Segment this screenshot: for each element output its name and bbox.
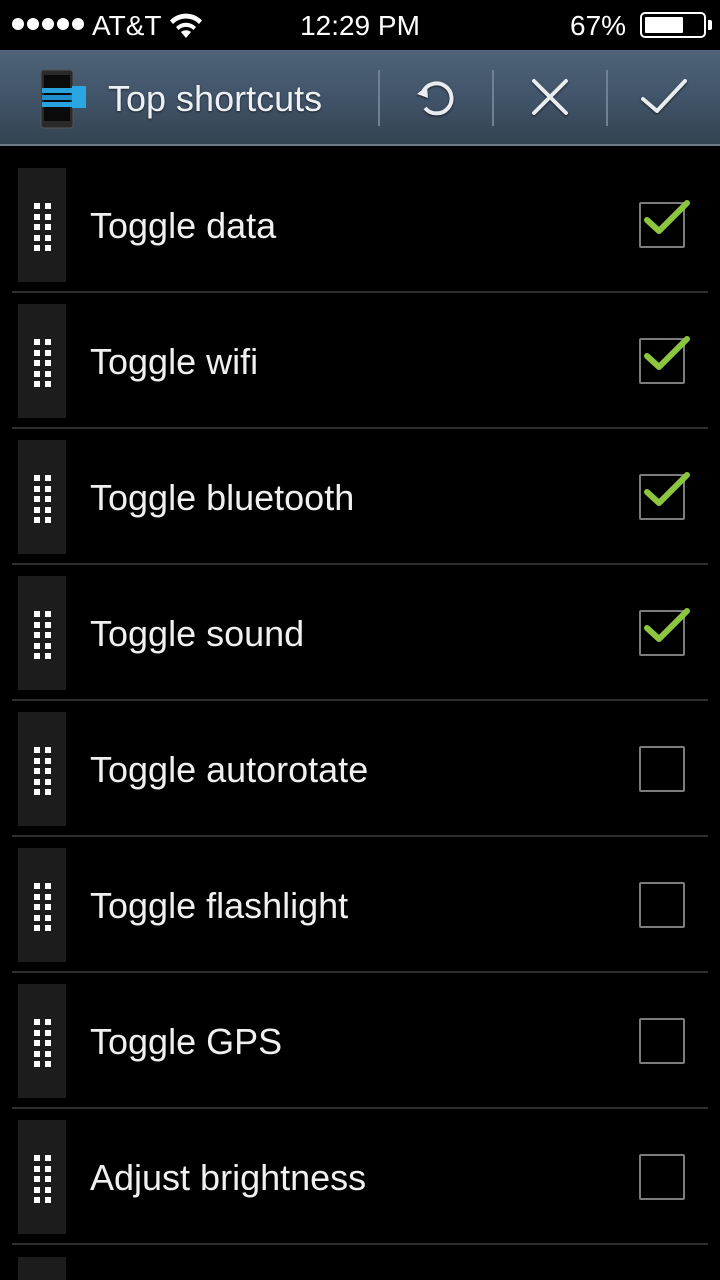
list-item: Toggle wifi (0, 293, 720, 429)
shortcut-checkbox[interactable] (639, 200, 690, 248)
shortcut-checkbox[interactable] (639, 472, 690, 520)
shortcut-label: Toggle GPS (90, 1021, 283, 1062)
checkmark-icon (644, 472, 690, 506)
list-item: Toggle data (0, 157, 720, 293)
shortcut-checkbox[interactable] (639, 746, 685, 792)
action-bar: Top shortcuts (0, 50, 720, 146)
shortcut-label: Toggle sound (90, 613, 305, 654)
battery-tip (708, 20, 712, 30)
status-bar: AT&T 12:29 PM 67% (0, 0, 720, 50)
battery-level (645, 17, 683, 33)
shortcut-label: Toggle data (90, 205, 277, 246)
cancel-button[interactable] (494, 50, 606, 144)
drag-handle-icon (34, 339, 52, 387)
drag-handle-icon (34, 883, 52, 931)
drag-handle[interactable] (18, 440, 66, 554)
check-icon (641, 79, 687, 113)
shortcut-list: Toggle data Toggle wifi Toggle bluetooth… (0, 157, 720, 1245)
list-item: Toggle GPS (0, 973, 720, 1109)
drag-handle[interactable] (18, 1120, 66, 1234)
shortcut-checkbox[interactable] (639, 608, 690, 656)
shortcut-label: Toggle autorotate (90, 749, 369, 790)
drag-handle-icon (34, 747, 52, 795)
drag-handle-partial[interactable] (18, 1257, 66, 1280)
list-item: Toggle sound (0, 565, 720, 701)
drag-handle[interactable] (18, 712, 66, 826)
shortcut-label: Adjust brightness (90, 1157, 367, 1198)
phone-shortcuts-icon (40, 69, 86, 129)
drag-handle[interactable] (18, 848, 66, 962)
list-item: Toggle flashlight (0, 837, 720, 973)
shortcut-checkbox[interactable] (639, 1018, 685, 1064)
shortcut-label: Toggle wifi (90, 341, 259, 382)
shortcut-checkbox[interactable] (639, 882, 685, 928)
undo-icon (417, 81, 454, 116)
close-icon (532, 79, 568, 115)
drag-handle[interactable] (18, 168, 66, 282)
done-button[interactable] (608, 50, 720, 144)
checkmark-icon (644, 200, 690, 234)
battery-percent: 67% (570, 10, 627, 41)
list-item: Toggle autorotate (0, 701, 720, 837)
divider (12, 1243, 708, 1245)
checkmark-icon (644, 608, 690, 642)
shortcut-label: Toggle bluetooth (90, 477, 355, 518)
list-item: Toggle bluetooth (0, 429, 720, 565)
drag-handle[interactable] (18, 576, 66, 690)
list-item: Adjust brightness (0, 1109, 720, 1245)
shortcut-checkbox[interactable] (639, 336, 690, 384)
drag-handle-icon (34, 203, 52, 251)
shortcut-checkbox[interactable] (639, 1154, 685, 1200)
checkmark-icon (644, 336, 690, 370)
drag-handle[interactable] (18, 984, 66, 1098)
shortcut-label: Toggle flashlight (90, 885, 349, 926)
drag-handle[interactable] (18, 304, 66, 418)
battery-icon (640, 12, 706, 38)
drag-handle-icon (34, 1019, 52, 1067)
drag-handle-icon (34, 611, 52, 659)
drag-handle-icon (34, 1155, 52, 1203)
drag-handle-icon (34, 475, 52, 523)
reset-button[interactable] (380, 50, 492, 144)
page-title: Top shortcuts (108, 78, 323, 119)
